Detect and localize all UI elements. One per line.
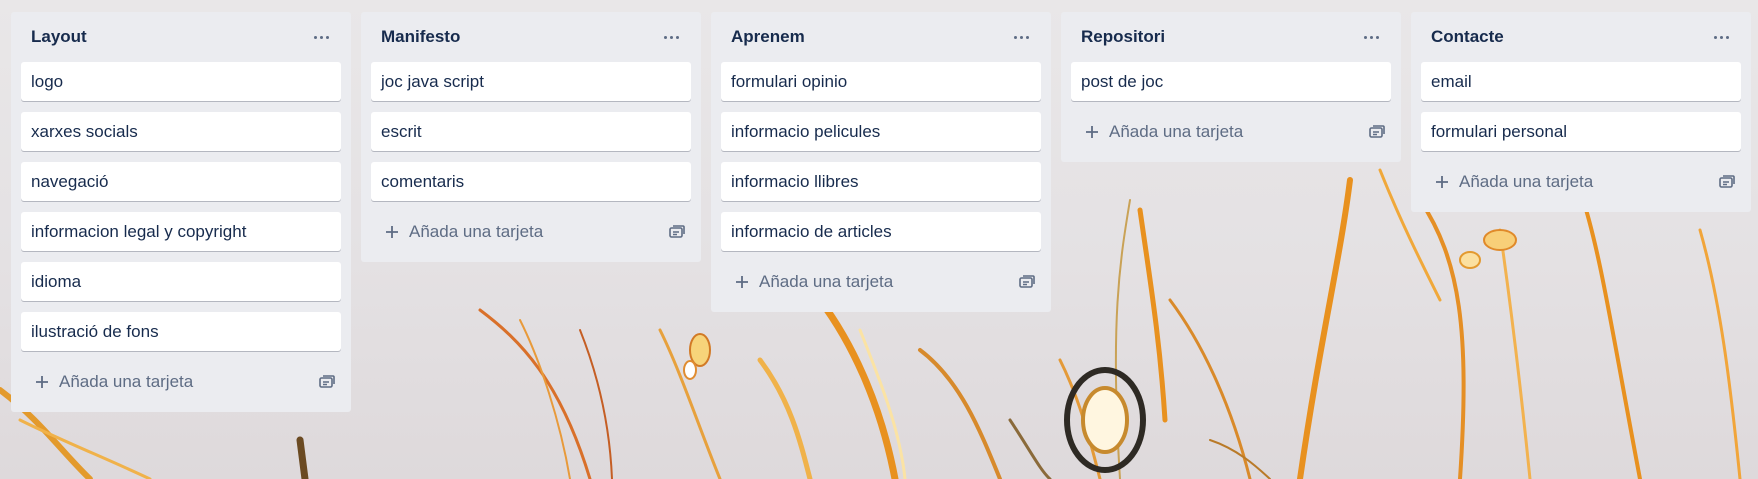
card[interactable]: ilustració de fons bbox=[21, 312, 341, 351]
card[interactable]: informacion legal y copyright bbox=[21, 212, 341, 251]
list-menu-button[interactable] bbox=[655, 24, 687, 50]
list-menu-button[interactable] bbox=[1355, 24, 1387, 50]
plus-icon bbox=[1086, 126, 1098, 138]
card[interactable]: idioma bbox=[21, 262, 341, 301]
add-card-row: Añada una tarjeta bbox=[1071, 112, 1391, 152]
plus-icon bbox=[36, 376, 48, 388]
template-icon[interactable] bbox=[1017, 272, 1037, 292]
card[interactable]: xarxes socials bbox=[21, 112, 341, 151]
add-card-label: Añada una tarjeta bbox=[409, 222, 544, 241]
ellipsis-icon bbox=[1713, 35, 1729, 39]
list-title[interactable]: Layout bbox=[31, 27, 87, 47]
list-menu-button[interactable] bbox=[1005, 24, 1037, 50]
list-header[interactable]: Repositori bbox=[1071, 12, 1391, 62]
card[interactable]: joc java script bbox=[371, 62, 691, 101]
add-card-label: Añada una tarjeta bbox=[1109, 122, 1244, 141]
card[interactable]: email bbox=[1421, 62, 1741, 101]
ellipsis-icon bbox=[1013, 35, 1029, 39]
card[interactable]: logo bbox=[21, 62, 341, 101]
card[interactable]: informacio pelicules bbox=[721, 112, 1041, 151]
add-card-label: Añada una tarjeta bbox=[759, 272, 894, 291]
card[interactable]: formulari personal bbox=[1421, 112, 1741, 151]
board: Layout logo xarxes socials navegació inf… bbox=[0, 0, 1758, 479]
add-card-row: Añada una tarjeta bbox=[721, 262, 1041, 302]
card[interactable]: informacio llibres bbox=[721, 162, 1041, 201]
add-card-button[interactable]: Añada una tarjeta bbox=[735, 272, 893, 292]
list-header[interactable]: Layout bbox=[21, 12, 341, 62]
list-title[interactable]: Aprenem bbox=[731, 27, 805, 47]
list-manifesto: Manifesto joc java script escrit comenta… bbox=[361, 12, 701, 262]
add-card-row: Añada una tarjeta bbox=[371, 212, 691, 252]
card[interactable]: navegació bbox=[21, 162, 341, 201]
card[interactable]: formulari opinio bbox=[721, 62, 1041, 101]
add-card-button[interactable]: Añada una tarjeta bbox=[1085, 122, 1243, 142]
add-card-label: Añada una tarjeta bbox=[1459, 172, 1594, 191]
ellipsis-icon bbox=[313, 35, 329, 39]
list-menu-button[interactable] bbox=[305, 24, 337, 50]
add-card-row: Añada una tarjeta bbox=[21, 362, 341, 402]
add-card-label: Añada una tarjeta bbox=[59, 372, 194, 391]
card[interactable]: post de joc bbox=[1071, 62, 1391, 101]
add-card-button[interactable]: Añada una tarjeta bbox=[35, 372, 193, 392]
card[interactable]: escrit bbox=[371, 112, 691, 151]
list-aprenem: Aprenem formulari opinio informacio peli… bbox=[711, 12, 1051, 312]
list-title[interactable]: Repositori bbox=[1081, 27, 1165, 47]
ellipsis-icon bbox=[663, 35, 679, 39]
list-header[interactable]: Contacte bbox=[1421, 12, 1741, 62]
add-card-button[interactable]: Añada una tarjeta bbox=[385, 222, 543, 242]
card[interactable]: informacio de articles bbox=[721, 212, 1041, 251]
list-menu-button[interactable] bbox=[1705, 24, 1737, 50]
template-icon[interactable] bbox=[1717, 172, 1737, 192]
card[interactable]: comentaris bbox=[371, 162, 691, 201]
plus-icon bbox=[736, 276, 748, 288]
ellipsis-icon bbox=[1363, 35, 1379, 39]
template-icon[interactable] bbox=[667, 222, 687, 242]
list-title[interactable]: Contacte bbox=[1431, 27, 1504, 47]
template-icon[interactable] bbox=[317, 372, 337, 392]
plus-icon bbox=[1436, 176, 1448, 188]
template-icon[interactable] bbox=[1367, 122, 1387, 142]
add-card-button[interactable]: Añada una tarjeta bbox=[1435, 172, 1593, 192]
list-layout: Layout logo xarxes socials navegació inf… bbox=[11, 12, 351, 412]
list-header[interactable]: Manifesto bbox=[371, 12, 691, 62]
add-card-row: Añada una tarjeta bbox=[1421, 162, 1741, 202]
list-title[interactable]: Manifesto bbox=[381, 27, 460, 47]
list-contacte: Contacte email formulari personal Añada … bbox=[1411, 12, 1751, 212]
list-header[interactable]: Aprenem bbox=[721, 12, 1041, 62]
plus-icon bbox=[386, 226, 398, 238]
list-repositori: Repositori post de joc Añada una tarjeta bbox=[1061, 12, 1401, 162]
